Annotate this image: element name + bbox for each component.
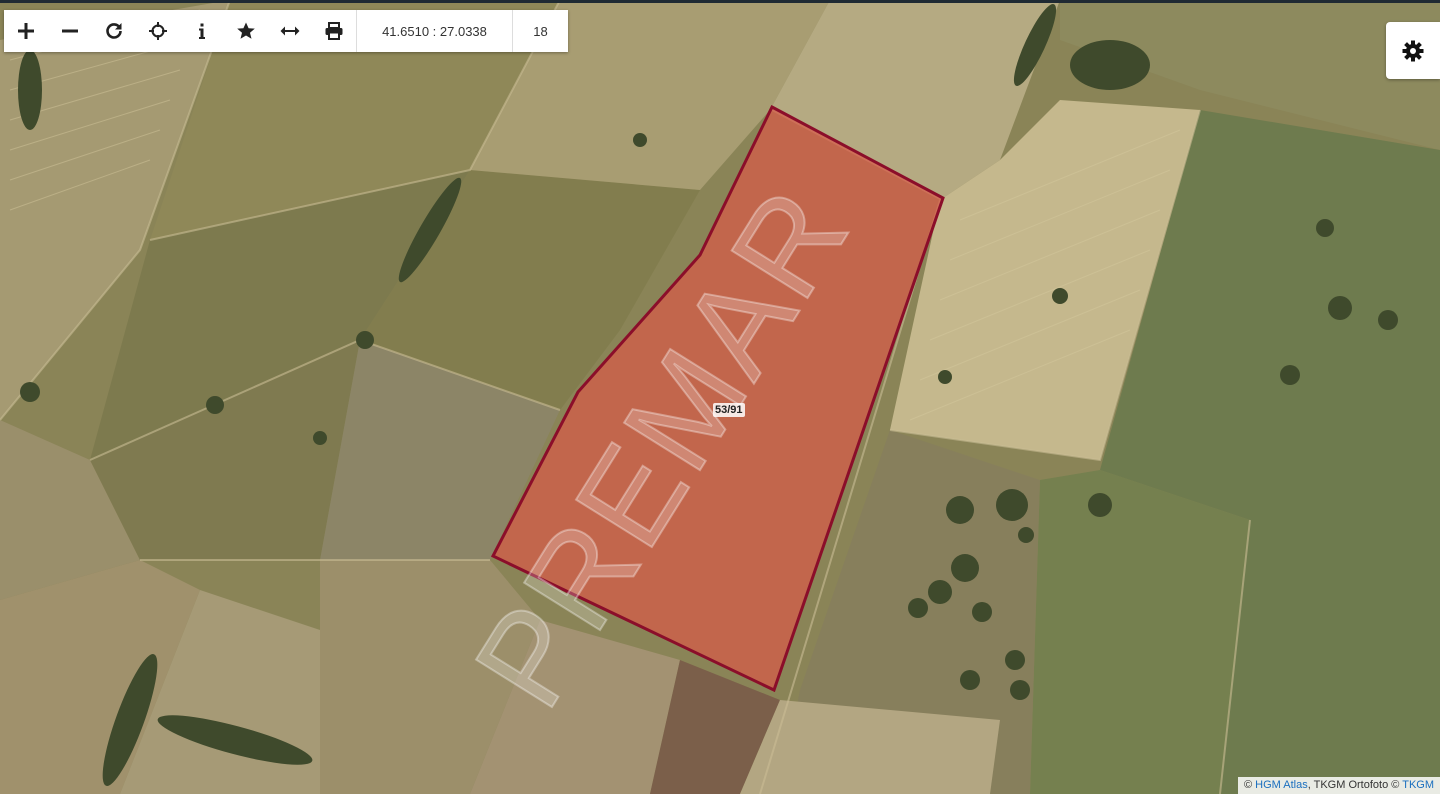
tkgm-link[interactable]: TKGM [1402,779,1434,791]
refresh-button[interactable] [92,10,136,52]
gear-icon [1402,40,1424,61]
zoom-out-button[interactable] [48,10,92,52]
locate-button[interactable] [136,10,180,52]
zoom-level-display: 18 [533,23,548,39]
star-icon [237,22,255,39]
crosshair-icon [149,22,167,40]
attribution-copyright: © [1243,779,1253,791]
plus-icon [18,23,34,39]
hgm-atlas-link[interactable]: HGM Atlas [1255,779,1308,791]
parcel-label[interactable]: 53/91 [713,403,745,417]
minus-icon [62,29,78,33]
print-button[interactable] [312,10,356,52]
info-icon [199,23,205,39]
favorite-button[interactable] [224,10,268,52]
printer-icon [325,22,343,40]
attribution-text: , TKGM Ortofoto © [1307,779,1400,791]
map-attribution: © HGM Atlas, TKGM Ortofoto © TKGM [1237,777,1440,794]
satellite-map[interactable]: PREMAR [0,0,1440,794]
field [1030,470,1250,794]
settings-button[interactable] [1386,22,1440,79]
arrows-horizontal-icon [280,26,300,36]
map-toolbar: 41.6510 : 27.0338 18 [4,10,568,52]
top-border [0,0,1440,3]
zoom-in-button[interactable] [4,10,48,52]
info-button[interactable] [180,10,224,52]
refresh-icon [106,23,122,39]
coordinates-display: 41.6510 : 27.0338 [356,10,513,52]
measure-button[interactable] [268,10,312,52]
